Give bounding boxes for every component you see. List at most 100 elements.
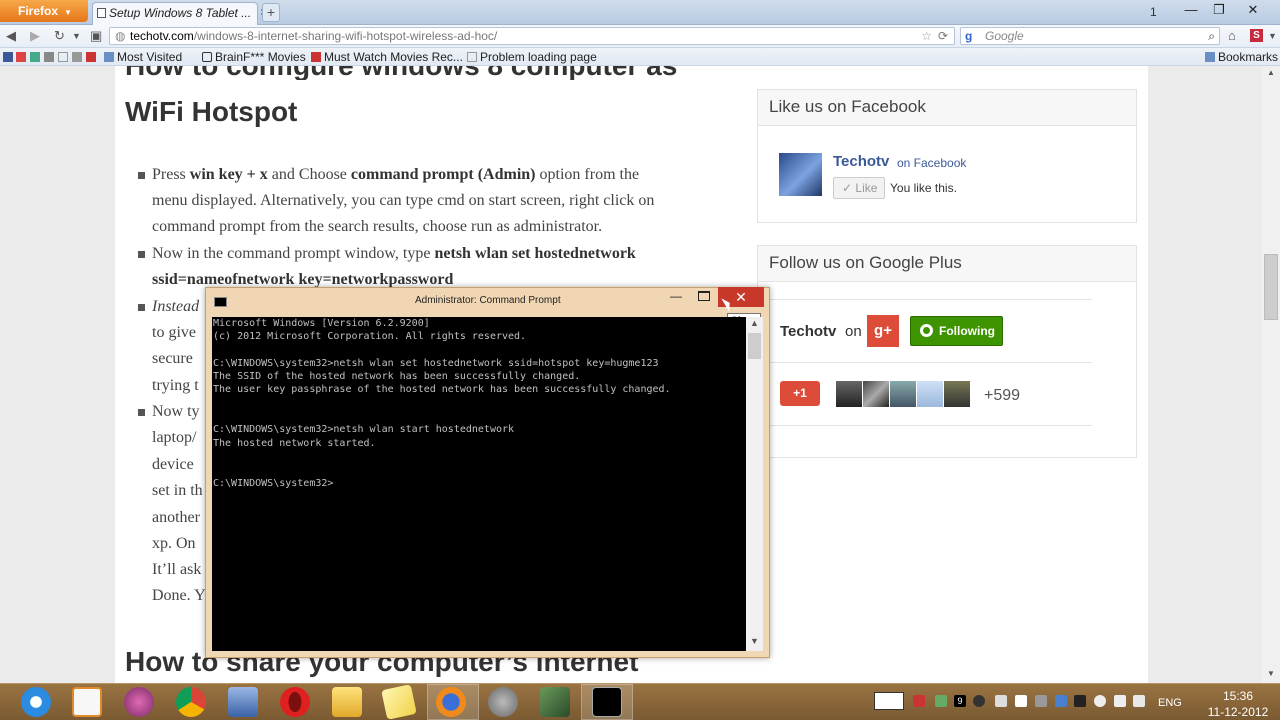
bookmark-most-visited[interactable]: Most Visited bbox=[104, 50, 182, 64]
bookmark-icon-3[interactable] bbox=[30, 52, 40, 62]
tool-icon[interactable] bbox=[540, 687, 570, 717]
back-icon[interactable]: ◀ bbox=[6, 28, 16, 44]
avatar[interactable] bbox=[917, 381, 943, 407]
firefox-menu-button[interactable]: Firefox ▼ bbox=[0, 0, 88, 22]
bookmark-brainf-movies[interactable]: BrainF*** Movies bbox=[202, 50, 306, 64]
opera-icon[interactable] bbox=[280, 687, 310, 717]
tray-icon[interactable]: 9 bbox=[954, 695, 966, 707]
bullet-icon bbox=[138, 251, 145, 258]
avatar[interactable] bbox=[890, 381, 916, 407]
home-page-icon[interactable]: ▣ bbox=[90, 28, 102, 44]
forward-icon[interactable]: ▶ bbox=[30, 28, 40, 44]
cmd-minimize-icon[interactable]: — bbox=[670, 289, 682, 303]
facebook-page-name[interactable]: Techotv bbox=[833, 153, 889, 170]
remote-desktop-icon[interactable] bbox=[228, 687, 258, 717]
bookmark-icon-5[interactable] bbox=[58, 52, 68, 62]
search-icon[interactable]: ⌕ bbox=[1208, 28, 1215, 44]
addon-dropdown-icon[interactable]: ▼ bbox=[1268, 31, 1277, 41]
bookmark-icon-7[interactable] bbox=[86, 52, 96, 62]
messenger-icon[interactable] bbox=[124, 687, 154, 717]
language-indicator[interactable]: ENG bbox=[1158, 697, 1182, 709]
bookmarks-menu[interactable]: Bookmarks bbox=[1205, 50, 1278, 64]
bullet4-fragment: another bbox=[152, 509, 200, 526]
home-icon[interactable]: ⌂ bbox=[1228, 28, 1236, 43]
gplus-page-name[interactable]: Techotv bbox=[780, 323, 836, 340]
tab-active[interactable]: Setup Windows 8 Tablet ... bbox=[92, 2, 258, 25]
chrome-icon[interactable] bbox=[176, 687, 206, 717]
bookmark-label: Must Watch Movies Rec... bbox=[324, 50, 463, 64]
facebook-page-thumbnail[interactable] bbox=[779, 153, 822, 196]
url-path: /windows-8-internet-sharing-wifi-hotspot… bbox=[193, 29, 498, 43]
page-scrollbar-thumb[interactable] bbox=[1264, 254, 1278, 320]
command-prompt-taskbar-icon[interactable] bbox=[592, 687, 622, 717]
close-icon[interactable]: ✕ bbox=[1242, 2, 1264, 20]
facebook-on-label[interactable]: on Facebook bbox=[897, 156, 966, 170]
cmd-scroll-down-icon[interactable]: ▼ bbox=[750, 636, 759, 646]
cmd-scrollbar-thumb[interactable] bbox=[748, 333, 761, 359]
tray-icon[interactable] bbox=[1074, 695, 1086, 707]
tray-icon[interactable] bbox=[1035, 695, 1047, 707]
volume-icon[interactable] bbox=[1094, 695, 1106, 707]
widget-title: Follow us on Google Plus bbox=[758, 246, 1136, 282]
firefox-taskbar-icon[interactable] bbox=[436, 687, 466, 717]
bookmark-label: BrainF*** Movies bbox=[215, 50, 306, 64]
following-button[interactable]: Following bbox=[910, 316, 1003, 346]
scroll-up-icon[interactable]: ▲ bbox=[1267, 68, 1275, 77]
plus-one-button[interactable]: +1 bbox=[780, 381, 820, 406]
bookmark-icon-6[interactable] bbox=[72, 52, 82, 62]
media-player-icon[interactable] bbox=[72, 687, 102, 717]
reload-icon[interactable]: ↻ bbox=[54, 28, 65, 44]
file-explorer-icon[interactable] bbox=[332, 687, 362, 717]
site-identity-icon[interactable]: ◍ bbox=[115, 28, 125, 44]
tab-title: Setup Windows 8 Tablet ... bbox=[109, 6, 252, 20]
divider bbox=[770, 362, 1092, 363]
bookmark-problem-loading[interactable]: Problem loading page bbox=[467, 50, 597, 64]
new-tab-button[interactable]: + bbox=[262, 3, 280, 22]
bullet2-line1: Now in the command prompt window, type n… bbox=[152, 241, 636, 267]
cmd-scroll-up-icon[interactable]: ▲ bbox=[750, 318, 759, 328]
history-dropdown-icon[interactable]: ▼ bbox=[72, 31, 81, 41]
google-plus-logo-icon[interactable]: g+ bbox=[867, 315, 899, 347]
flag-icon[interactable] bbox=[1015, 695, 1027, 707]
bookmark-star-icon[interactable]: ☆ bbox=[921, 28, 932, 44]
url-bar[interactable]: ◍ techotv.com/windows-8-internet-sharing… bbox=[109, 27, 955, 45]
tray-icon[interactable] bbox=[995, 695, 1007, 707]
facebook-bookmark-icon[interactable] bbox=[3, 52, 13, 62]
cmd-window-icon[interactable] bbox=[214, 297, 227, 307]
divider bbox=[770, 299, 1092, 300]
clock[interactable]: 15:36 11-12-2012 bbox=[1200, 688, 1276, 720]
search-input[interactable]: g Google ⌕ bbox=[960, 27, 1220, 45]
gmail-bookmark-icon[interactable] bbox=[16, 52, 26, 62]
scroll-down-icon[interactable]: ▼ bbox=[1267, 669, 1275, 678]
bullet3-fragment: trying t bbox=[152, 377, 199, 394]
avatar[interactable] bbox=[944, 381, 970, 407]
bullet-icon bbox=[138, 409, 145, 416]
avatar[interactable] bbox=[836, 381, 862, 407]
tray-icon[interactable] bbox=[973, 695, 985, 707]
like-button[interactable]: ✓ Like bbox=[833, 177, 885, 199]
maximize-icon[interactable]: ❐ bbox=[1208, 2, 1230, 20]
avatar[interactable] bbox=[863, 381, 889, 407]
internet-explorer-icon[interactable] bbox=[21, 687, 51, 717]
minimize-icon[interactable]: — bbox=[1180, 2, 1202, 20]
sticky-notes-icon[interactable] bbox=[381, 684, 417, 720]
tray-icon[interactable] bbox=[1055, 695, 1067, 707]
search-engine-icon[interactable]: g bbox=[965, 28, 972, 44]
tray-icon[interactable] bbox=[913, 695, 925, 707]
bullet3-fragment: to give bbox=[152, 324, 196, 341]
reload-small-icon[interactable]: ⟳ bbox=[938, 28, 948, 44]
bookmark-must-watch[interactable]: Must Watch Movies Rec... bbox=[311, 50, 463, 64]
bullet-icon bbox=[138, 172, 145, 179]
power-icon[interactable] bbox=[1133, 695, 1145, 707]
network-icon[interactable] bbox=[1114, 695, 1126, 707]
console-output[interactable]: Microsoft Windows [Version 6.2.9200] (c)… bbox=[212, 317, 746, 651]
bookmark-icon-4[interactable] bbox=[44, 52, 54, 62]
tray-icon[interactable] bbox=[935, 695, 947, 707]
page-scrollbar[interactable] bbox=[1262, 66, 1280, 683]
addon-icon[interactable]: S bbox=[1250, 29, 1263, 42]
cmd-maximize-icon[interactable] bbox=[698, 291, 710, 301]
touch-keyboard-icon[interactable] bbox=[874, 692, 904, 710]
app-icon[interactable] bbox=[488, 687, 518, 717]
heading-text: How to configure windows 8 computer as bbox=[125, 66, 677, 80]
cmd-scrollbar[interactable] bbox=[746, 317, 763, 651]
